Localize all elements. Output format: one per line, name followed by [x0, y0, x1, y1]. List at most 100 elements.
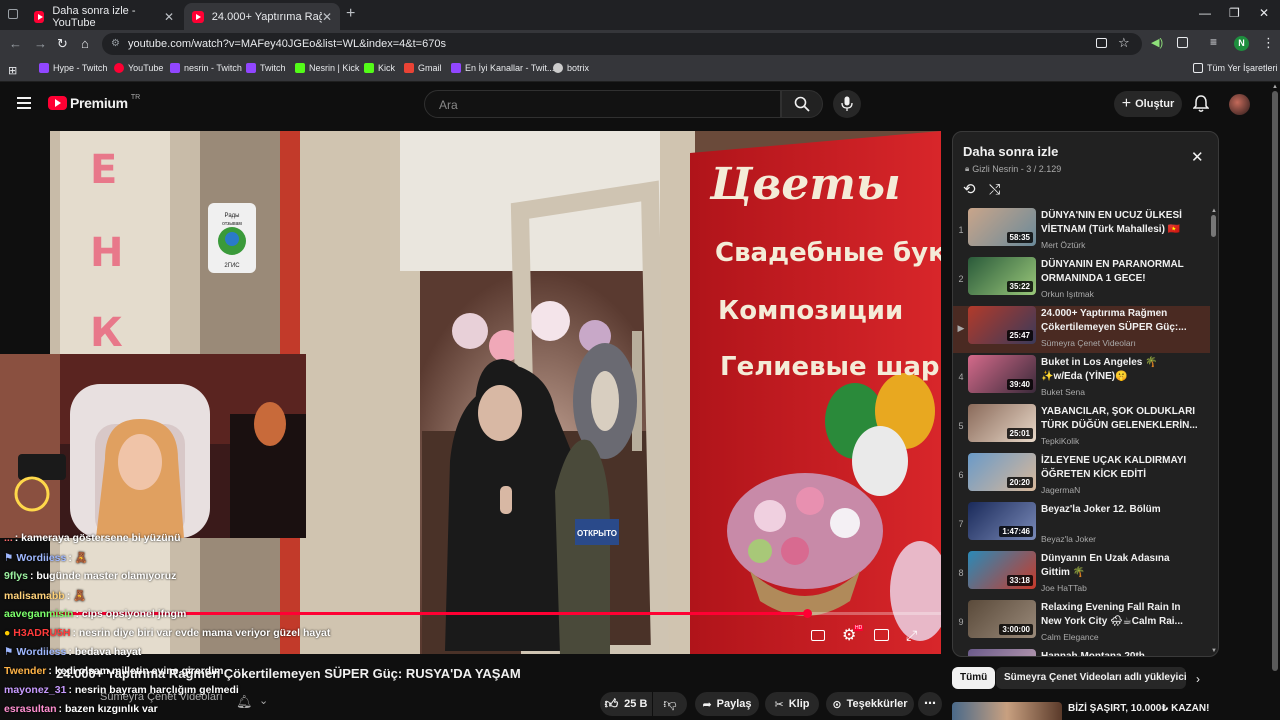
close-tab-icon[interactable]: ✕: [322, 10, 332, 24]
playlist-thumbnail[interactable]: 25:47: [968, 306, 1036, 344]
thanks-button[interactable]: ⊙ Teşekkürler: [826, 692, 914, 716]
apps-grid-icon[interactable]: ⊞: [8, 64, 17, 77]
close-playlist-icon[interactable]: ✕: [1191, 148, 1204, 166]
playlist-item-channel[interactable]: Mert Öztürk: [1041, 240, 1085, 250]
loop-icon[interactable]: ⟲: [963, 180, 976, 198]
url-input[interactable]: ⚙ youtube.com/watch?v=MAFey40JGEo&list=W…: [102, 33, 1142, 55]
playlist-item-title[interactable]: YABANCILAR, ŞOK OLDUKLARI TÜRK DÜĞÜN GEL…: [1041, 405, 1201, 433]
bookmark-botrix[interactable]: botrix: [553, 63, 589, 73]
dislike-button[interactable]: 👎︎: [653, 692, 687, 716]
home-icon[interactable]: ⌂: [81, 36, 89, 51]
scrollbar-thumb[interactable]: [1211, 215, 1216, 237]
maximize-button[interactable]: ❐: [1229, 6, 1240, 20]
bookmark-gmail[interactable]: Gmail: [404, 63, 442, 73]
bookmark-nesrin-twitch[interactable]: nesrin - Twitch: [170, 63, 242, 73]
bookmark-nesrin-kick[interactable]: Nesrin | Kick: [295, 63, 359, 73]
browser-tab-video[interactable]: 24.000+ Yaptırıma Rağmen Çök ✕: [184, 3, 340, 30]
forward-icon[interactable]: →: [34, 36, 47, 51]
playlist-item-title[interactable]: Buket in Los Angeles 🌴 ✨w/Eda (YİNE)🤫: [1041, 356, 1201, 384]
playlist-thumbnail[interactable]: 1:47:46: [968, 502, 1036, 540]
chip-uploader[interactable]: Sümeyra Çenet Videoları adlı yükleyicide…: [996, 667, 1186, 689]
hamburger-menu-icon[interactable]: [17, 97, 31, 109]
channel-name[interactable]: Sümeyra Çenet Videoları: [100, 691, 223, 703]
search-button[interactable]: [781, 90, 823, 118]
new-tab-button[interactable]: +: [346, 5, 355, 23]
shuffle-icon[interactable]: ⤭: [989, 181, 1000, 198]
back-icon[interactable]: ←: [9, 36, 22, 51]
like-button[interactable]: 👍︎ 25 B: [600, 692, 652, 716]
page-scrollbar-thumb[interactable]: [1272, 91, 1278, 671]
playlist-item-title[interactable]: Relaxing Evening Fall Rain In New York C…: [1041, 601, 1201, 629]
playlist-item-channel[interactable]: JagermaN: [1041, 485, 1080, 495]
close-window-button[interactable]: ✕: [1259, 6, 1269, 20]
browser-tab-watch-later[interactable]: Daha sonra izle - YouTube ✕: [26, 3, 182, 30]
chevron-down-icon[interactable]: ⌄: [259, 694, 268, 707]
playlist-thumbnail[interactable]: 35:22: [968, 257, 1036, 295]
playlist-item-title[interactable]: Dünyanın En Uzak Adasına Gittim 🌴: [1041, 552, 1201, 580]
playlist-item-channel[interactable]: Orkun Işıtmak: [1041, 289, 1094, 299]
playlist-thumbnail[interactable]: 20:20: [968, 453, 1036, 491]
voice-search-button[interactable]: [833, 90, 861, 118]
share-button[interactable]: ➦ Paylaş: [695, 692, 759, 716]
more-actions-button[interactable]: ⋯: [918, 692, 942, 716]
search-input[interactable]: Ara: [424, 90, 781, 118]
bookmark-youtube[interactable]: YouTube: [114, 63, 163, 73]
playlist-thumbnail[interactable]: 58:35: [968, 208, 1036, 246]
account-avatar[interactable]: [1229, 94, 1250, 115]
close-tab-icon[interactable]: ✕: [164, 10, 174, 24]
chip-all[interactable]: Tümü: [952, 667, 996, 689]
bookmark-star-icon[interactable]: ☆: [1118, 35, 1130, 51]
playlist-item[interactable]: 1 58:35 DÜNYA'NIN EN UCUZ ÜLKESİ VİETNAM (…: [953, 208, 1210, 256]
playlist-item-channel[interactable]: Joe HaTTab: [1041, 583, 1087, 593]
playlist-item[interactable]: 7 1:47:46 Beyaz'la Joker 12. Bölüm Beyaz'la…: [953, 502, 1210, 550]
playlist-item-title[interactable]: Hannah Montana 20th: [1041, 650, 1201, 656]
site-info-icon[interactable]: ⚙: [111, 33, 120, 55]
install-app-icon[interactable]: [1096, 38, 1107, 48]
playlist-item-channel[interactable]: Beyaz'la Joker: [1041, 534, 1096, 544]
playlist-item-title[interactable]: Beyaz'la Joker 12. Bölüm: [1041, 503, 1201, 517]
browser-menu-icon[interactable]: ⋮: [1262, 35, 1275, 51]
playlist-thumbnail[interactable]: 3:00:00: [968, 600, 1036, 638]
playlist-item[interactable]: Hannah Montana 20th: [953, 649, 1210, 656]
playlist-thumbnail[interactable]: 25:01: [968, 404, 1036, 442]
bookmark-kick[interactable]: Kick: [364, 63, 395, 73]
playlist-item[interactable]: 4 39:40 Buket in Los Angeles 🌴 ✨w/Eda (YİN…: [953, 355, 1210, 403]
subtitles-icon[interactable]: [811, 630, 825, 641]
media-control-icon[interactable]: ≡: [1210, 35, 1217, 49]
playlist-item-channel[interactable]: Sümeyra Çenet Videoları: [1041, 338, 1136, 348]
playlist-title[interactable]: Daha sonra izle: [963, 144, 1058, 159]
scroll-up-icon[interactable]: ▲: [1271, 84, 1279, 90]
audio-icon[interactable]: ◀): [1151, 36, 1163, 49]
notifications-bell-icon[interactable]: [1192, 95, 1210, 118]
miniplayer-icon[interactable]: [874, 629, 889, 641]
profile-avatar[interactable]: N: [1234, 36, 1249, 51]
recommendation-title[interactable]: BİZİ ŞAŞIRT, 10.000₺ KAZAN!: [1068, 703, 1209, 714]
chips-next-icon[interactable]: ›: [1196, 672, 1200, 686]
recommendation-thumbnail[interactable]: [952, 702, 1062, 720]
playlist-item-title[interactable]: DÜNYA'NIN EN UCUZ ÜLKESİ VİETNAM (Türk M…: [1041, 209, 1201, 237]
minimize-button[interactable]: —: [1199, 6, 1211, 20]
playlist-thumbnail[interactable]: 39:40: [968, 355, 1036, 393]
page-scrollbar[interactable]: ▲: [1271, 84, 1279, 720]
playlist-thumbnail[interactable]: [968, 649, 1036, 656]
bookmark-twitch[interactable]: Twitch: [246, 63, 286, 73]
playlist-item-channel[interactable]: Buket Sena: [1041, 387, 1085, 397]
create-button[interactable]: + Oluştur: [1114, 91, 1182, 117]
playlist-item-channel[interactable]: Calm Elegance: [1041, 632, 1099, 642]
reload-icon[interactable]: ↻: [57, 36, 68, 52]
tab-search-icon[interactable]: [8, 9, 18, 19]
playlist-item-title[interactable]: İZLEYENE UÇAK KALDIRMAYI ÖĞRETEN KİCK ED…: [1041, 454, 1201, 482]
playlist-item-title[interactable]: DÜNYANIN EN PARANORMAL ORMANINDA 1 GECE!: [1041, 258, 1201, 286]
playlist-thumbnail[interactable]: 33:18: [968, 551, 1036, 589]
playlist-item[interactable]: 6 20:20 İZLEYENE UÇAK KALDIRMAYI ÖĞRETEN K…: [953, 453, 1210, 501]
playlist-scrollbar[interactable]: ▲ ▼: [1211, 208, 1217, 654]
clip-button[interactable]: ✂ Klip: [765, 692, 819, 716]
playlist-item-channel[interactable]: TepkiKolik: [1041, 436, 1079, 446]
playlist-item[interactable]: 5 25:01 YABANCILAR, ŞOK OLDUKLARI TÜRK DÜĞ…: [953, 404, 1210, 452]
scroll-up-icon[interactable]: ▲: [1211, 208, 1217, 214]
playlist-item-title[interactable]: 24.000+ Yaptırıma Rağmen Çökertilemeyen …: [1041, 307, 1201, 335]
fullscreen-icon[interactable]: ⤢: [906, 627, 917, 644]
youtube-premium-logo[interactable]: Premium TR: [48, 94, 140, 111]
all-bookmarks[interactable]: Tüm Yer İşaretleri: [1193, 63, 1278, 73]
bookmark-en-iyi-kanallar[interactable]: En İyi Kanallar - Twit...: [451, 63, 554, 73]
